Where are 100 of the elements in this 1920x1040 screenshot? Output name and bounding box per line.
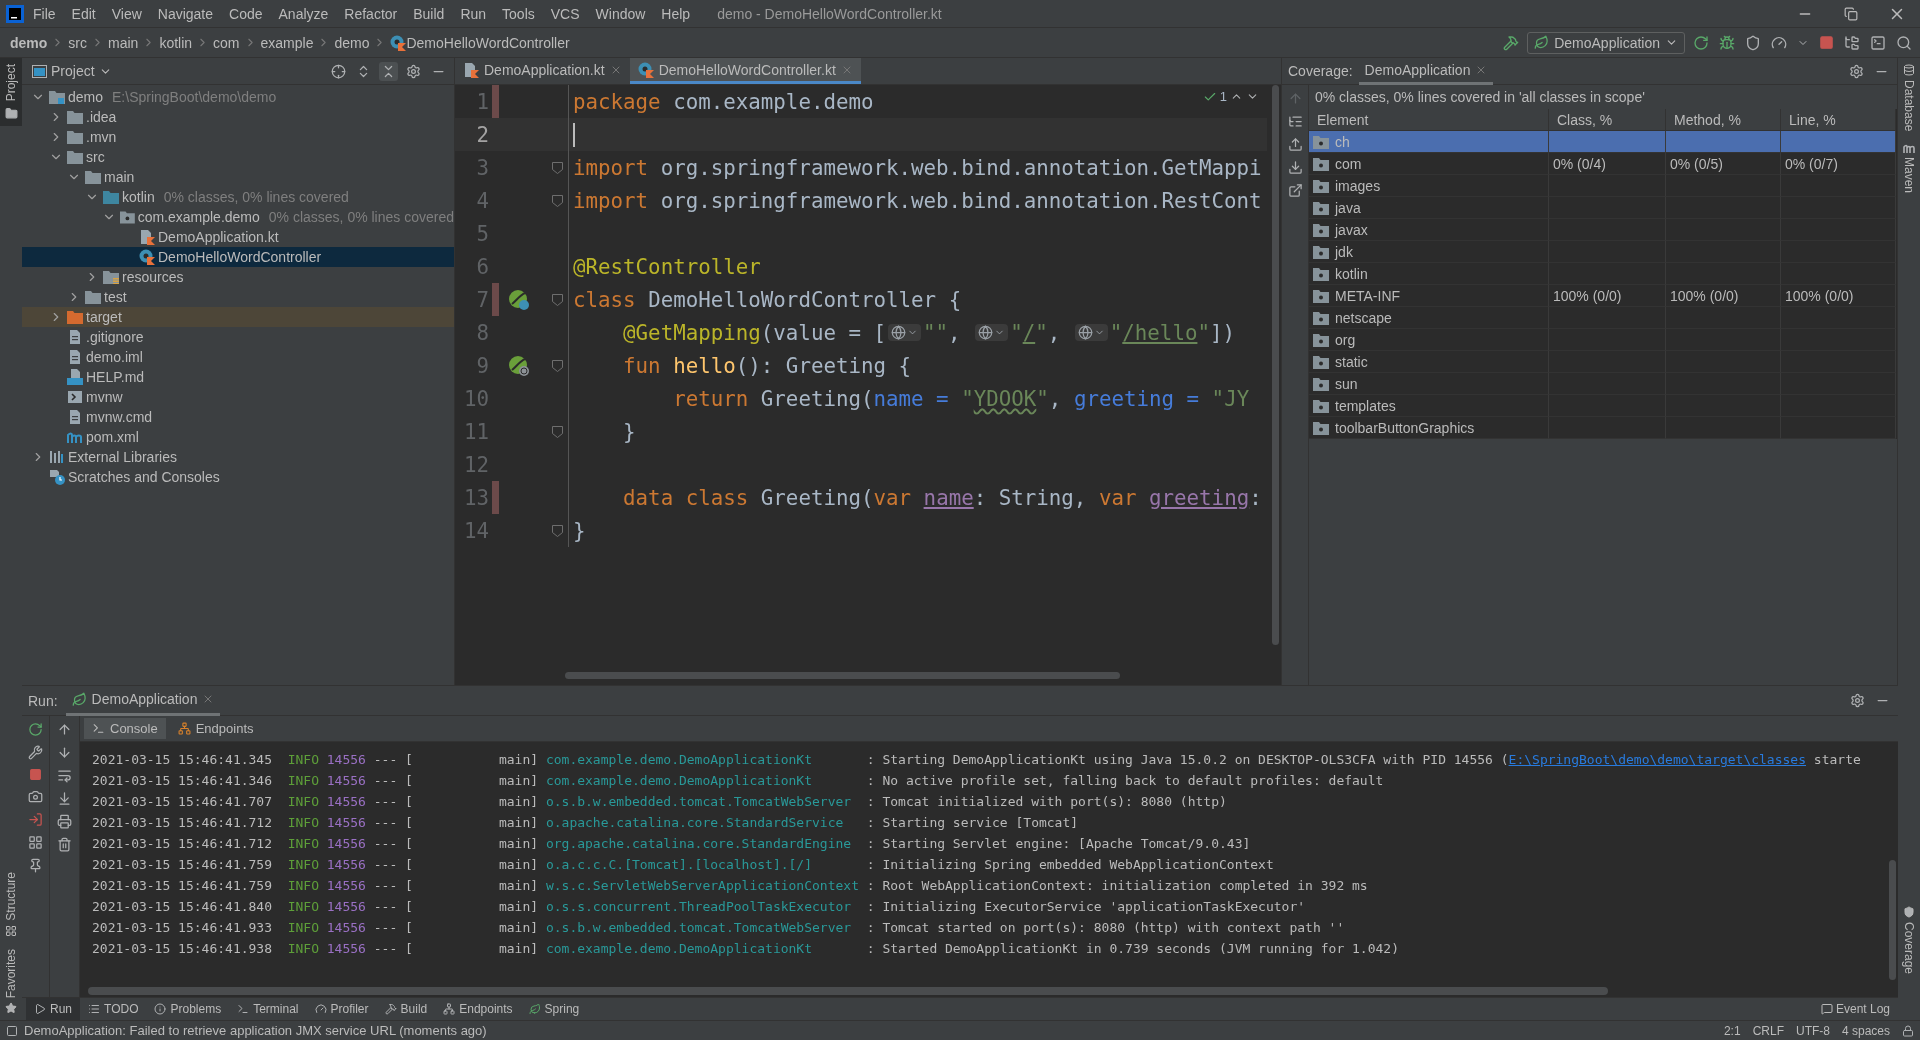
status-item[interactable]: 2:1 xyxy=(1723,1023,1741,1038)
coverage-icon[interactable] xyxy=(1745,34,1761,51)
menu-item[interactable]: Analyze xyxy=(271,3,336,24)
scroll-to-end-icon[interactable] xyxy=(57,791,72,806)
breadcrumb-item[interactable]: com xyxy=(213,34,240,51)
tree-item[interactable]: test xyxy=(22,287,454,307)
tool-window-tab[interactable]: Profiler xyxy=(306,997,377,1021)
layout-icon[interactable] xyxy=(28,835,43,850)
tree-item[interactable]: .gitignore xyxy=(22,327,454,347)
tree-item[interactable]: mvnw.cmd xyxy=(22,407,454,427)
breadcrumb-item[interactable]: DemoHelloWordController xyxy=(406,34,570,51)
event-log-button[interactable]: Event Log xyxy=(1820,1002,1898,1016)
scrollbar[interactable] xyxy=(88,987,1608,995)
fold-marker-icon[interactable] xyxy=(552,293,563,306)
menu-item[interactable]: Help xyxy=(654,3,698,24)
menu-item[interactable]: Refactor xyxy=(337,3,405,24)
scrollbar[interactable] xyxy=(1272,85,1279,645)
upload-icon[interactable] xyxy=(1287,137,1303,152)
table-cell[interactable]: netscape xyxy=(1309,307,1549,329)
restore-layout-icon[interactable] xyxy=(28,812,43,827)
tree-item[interactable]: DemoApplication.kt xyxy=(22,227,454,247)
fold-marker-icon[interactable] xyxy=(552,359,563,372)
table-cell[interactable]: static xyxy=(1309,351,1549,373)
globe-dropdown-icon[interactable] xyxy=(1074,324,1108,341)
wrench-icon[interactable] xyxy=(28,745,43,760)
table-cell[interactable]: org xyxy=(1309,329,1549,351)
table-cell[interactable]: toolbarButtonGraphics xyxy=(1309,417,1549,439)
table-cell[interactable]: templates xyxy=(1309,395,1549,417)
globe-dropdown-icon[interactable] xyxy=(975,324,1009,341)
scrollbar[interactable] xyxy=(565,672,1120,679)
column-header[interactable]: Element xyxy=(1309,109,1549,131)
tool-window-tab[interactable]: Coverage xyxy=(1902,921,1916,974)
tree-item[interactable]: pom.xml xyxy=(22,427,454,447)
table-cell[interactable]: META-INF xyxy=(1309,285,1549,307)
settings-icon[interactable] xyxy=(406,63,421,79)
tool-window-tab[interactable]: Run xyxy=(26,997,80,1021)
build-icon[interactable] xyxy=(1503,34,1520,51)
menu-item[interactable]: Tools xyxy=(495,3,542,24)
breadcrumb-item[interactable]: main xyxy=(108,34,139,51)
tool-window-tab[interactable]: Spring xyxy=(520,997,588,1021)
tree-item[interactable]: Scratches and Consoles xyxy=(22,467,454,487)
column-header[interactable]: Class, % xyxy=(1549,109,1666,131)
restore-icon[interactable] xyxy=(1844,6,1858,21)
rerun-icon[interactable] xyxy=(1693,34,1709,51)
menu-item[interactable]: View xyxy=(104,3,149,24)
profiler-icon[interactable] xyxy=(1771,34,1787,51)
soft-wrap-icon[interactable] xyxy=(57,768,72,783)
editor-tab[interactable]: DemoApplication.kt xyxy=(455,58,630,84)
globe-dropdown-icon[interactable] xyxy=(888,324,922,341)
menu-item[interactable]: Build xyxy=(406,3,452,24)
debug-icon[interactable] xyxy=(1719,34,1735,51)
export-icon[interactable] xyxy=(1287,183,1303,198)
project-structure-icon[interactable] xyxy=(1844,34,1860,51)
breadcrumb-item[interactable]: demo xyxy=(334,34,370,51)
tree-item[interactable]: src xyxy=(22,147,454,167)
tree-item[interactable]: com.example.demo 0% classes, 0% lines covered xyxy=(22,207,454,227)
tree-item[interactable]: mvnw xyxy=(22,387,454,407)
lock-icon[interactable] xyxy=(1902,1024,1914,1037)
run-configuration-dropdown[interactable]: DemoApplication xyxy=(1527,31,1685,54)
tree-item[interactable]: kotlin 0% classes, 0% lines covered xyxy=(22,187,454,207)
flatten-packages-icon[interactable] xyxy=(1287,114,1303,129)
scrollbar[interactable] xyxy=(1889,860,1896,980)
menu-item[interactable]: Code xyxy=(222,3,270,24)
tool-window-tab[interactable]: Endpoints xyxy=(435,997,521,1021)
print-icon[interactable] xyxy=(57,814,72,829)
status-item[interactable]: CRLF xyxy=(1752,1023,1784,1038)
fold-marker-icon[interactable] xyxy=(552,524,563,537)
menu-item[interactable]: Run xyxy=(453,3,494,24)
breadcrumb-item[interactable]: example xyxy=(260,34,314,51)
column-header[interactable]: Method, % xyxy=(1666,109,1781,131)
tree-item[interactable]: demo.iml xyxy=(22,347,454,367)
log-link[interactable]: E:\SpringBoot\demo\demo\target\classes xyxy=(1508,752,1806,767)
tree-item[interactable]: DemoHelloWordController xyxy=(22,247,454,267)
menu-item[interactable]: Edit xyxy=(64,3,103,24)
stop-icon[interactable] xyxy=(29,768,42,781)
table-cell[interactable]: java xyxy=(1309,197,1549,219)
breadcrumb-item[interactable]: kotlin xyxy=(159,34,193,51)
status-item[interactable]: UTF-8 xyxy=(1795,1023,1830,1038)
console-tab[interactable]: Endpoints xyxy=(169,718,262,739)
tree-item[interactable]: demo E:\SpringBoot\demo\demo xyxy=(22,87,454,107)
tool-window-tab[interactable]: Build xyxy=(376,997,436,1021)
tool-window-tab[interactable]: Maven xyxy=(1902,157,1916,194)
tool-window-tab[interactable]: TODO xyxy=(80,997,147,1021)
menu-item[interactable]: Navigate xyxy=(150,3,221,24)
tool-window-tab[interactable]: Terminal xyxy=(229,997,307,1021)
menu-item[interactable]: Window xyxy=(588,3,653,24)
menu-item[interactable]: VCS xyxy=(543,3,587,24)
inspection-count[interactable]: 1 xyxy=(1219,89,1227,104)
download-icon[interactable] xyxy=(1287,160,1303,175)
settings-icon[interactable] xyxy=(1850,693,1865,708)
tree-item[interactable]: resources xyxy=(22,267,454,287)
arrow-down-icon[interactable] xyxy=(57,745,72,760)
tree-item[interactable]: External Libraries xyxy=(22,447,454,467)
table-cell[interactable]: images xyxy=(1309,175,1549,197)
tool-window-tab[interactable]: Problems xyxy=(146,997,230,1021)
stop-icon[interactable] xyxy=(1819,35,1834,50)
tree-item[interactable]: .idea xyxy=(22,107,454,127)
table-cell[interactable]: com xyxy=(1309,153,1549,175)
tool-window-tab[interactable]: Database xyxy=(1902,80,1916,132)
fold-marker-icon[interactable] xyxy=(552,425,563,438)
